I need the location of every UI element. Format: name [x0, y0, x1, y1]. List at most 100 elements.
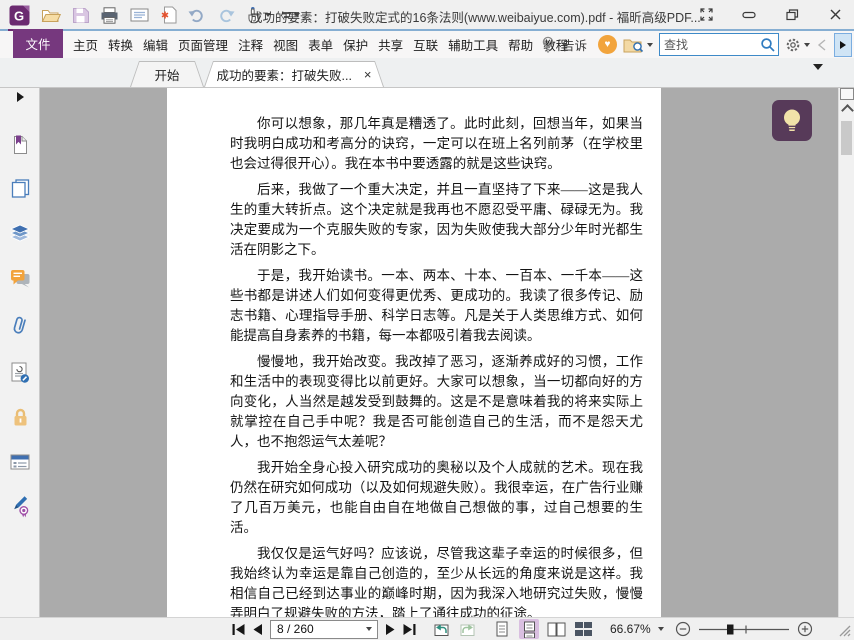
next-view-button[interactable] [458, 621, 476, 637]
continuous-facing-button[interactable] [573, 619, 593, 639]
paragraph: 你可以想象，那几年真是糟透了。此时此刻，回想当年，如果当时我明白成功和考高分的诀… [230, 114, 643, 174]
status-controls: 8 / 260 [231, 618, 813, 640]
prev-page-button[interactable] [253, 624, 263, 635]
menu-protect[interactable]: 保护 [338, 35, 373, 54]
document-canvas[interactable]: 你可以想象，那几年真是糟透了。此时此刻，回想当年，如果当时我明白成功和考高分的诀… [40, 88, 838, 617]
foxit-pdf-reader-window: { "window": { "title": "成功的要素：打破失败定式的16条… [0, 0, 854, 640]
restore-icon[interactable] [783, 6, 801, 24]
document-tab-bar: 开始 成功的要素：打破失败... × [0, 58, 854, 88]
facing-page-button[interactable] [546, 619, 566, 639]
last-page-button[interactable] [402, 624, 417, 635]
menu-convert[interactable]: 转换 [103, 35, 138, 54]
tab-list-dropdown-icon[interactable] [813, 70, 823, 88]
tab-document[interactable]: 成功的要素：打破失败... × [204, 61, 384, 87]
bookmarks-icon[interactable] [0, 135, 40, 155]
continuous-page-button[interactable] [519, 619, 539, 639]
window-title: 成功的要素：打破失败定式的16条法则(www.weibaiyue.com).pd… [250, 7, 702, 26]
collapse-chevron-icon[interactable] [816, 38, 828, 52]
expand-toolbar-button[interactable] [834, 33, 852, 57]
next-page-button[interactable] [385, 624, 395, 635]
paragraph: 于是，我开始读书。一本、两本、十本、一百本、一千本——这些书都是讲述人们如何变得… [230, 266, 643, 346]
comments-icon[interactable] [0, 269, 40, 288]
attachments-icon[interactable] [0, 314, 40, 336]
ribbon-tabs: 主页 转换 编辑 页面管理 注释 视图 表单 保护 共享 互联 辅助工具 帮助 … [68, 31, 573, 58]
tell-me-label[interactable]: 告诉 [562, 35, 592, 54]
field-panel-icon[interactable] [0, 454, 40, 470]
first-page-button[interactable] [231, 624, 246, 635]
fullscreen-icon[interactable] [697, 6, 715, 24]
save-icon[interactable] [72, 7, 89, 24]
security-icon[interactable] [0, 407, 40, 427]
paragraph: 我仅仅是运气好吗？应该说，尽管我这辈子幸运的时候很多，但我始终认为幸运是靠自己创… [230, 544, 643, 617]
menu-bar: 文件 主页 转换 编辑 页面管理 注释 视图 表单 保护 共享 互联 辅助工具 … [0, 31, 854, 58]
folder-search-dropdown-caret[interactable] [647, 43, 653, 47]
menu-comment[interactable]: 注释 [233, 35, 268, 54]
menu-share[interactable]: 共享 [373, 35, 408, 54]
expand-arrow-icon [840, 41, 846, 49]
lightbulb-icon[interactable] [540, 36, 556, 54]
menu-help[interactable]: 帮助 [503, 35, 538, 54]
status-bar: 8 / 260 [0, 617, 854, 640]
heart-glyph: ♥ [605, 40, 611, 50]
undo-icon[interactable] [188, 8, 206, 23]
zoom-out-button[interactable] [675, 621, 691, 637]
single-page-button[interactable] [492, 619, 512, 639]
paragraph: 我开始全身心投入研究成功的奥秘以及个人成就的艺术。现在我仍然在研究如何成功（以及… [230, 458, 643, 538]
pdf-page: 你可以想象，那几年真是糟透了。此时此刻，回想当年，如果当时我明白成功和考高分的诀… [167, 88, 661, 617]
resize-grip[interactable] [839, 625, 851, 637]
menu-view[interactable]: 视图 [268, 35, 303, 54]
main-area: 你可以想象，那几年真是糟透了。此时此刻，回想当年，如果当时我明白成功和考高分的诀… [0, 88, 854, 617]
scroll-up-icon[interactable] [841, 104, 854, 117]
menu-page-management[interactable]: 页面管理 [173, 35, 233, 54]
scrollbar-thumb[interactable] [841, 121, 852, 155]
layers-icon[interactable] [0, 224, 40, 242]
scrollbar-split-handle[interactable] [840, 88, 854, 100]
settings-gear-icon[interactable] [785, 37, 810, 53]
sign-icon[interactable] [0, 496, 40, 518]
previous-view-button[interactable] [433, 621, 451, 637]
lightbulb-glyph-icon [781, 108, 803, 134]
expand-panel-arrow-icon[interactable] [0, 92, 40, 102]
heart-icon[interactable]: ♥ [598, 35, 617, 54]
menu-right-cluster: 告诉 ♥ [540, 31, 852, 58]
menu-home[interactable]: 主页 [68, 35, 103, 54]
digital-signatures-icon[interactable] [0, 362, 40, 383]
paragraph: 后来，我做了一个重大决定，并且一直坚持了下来——这是我人生的重大转折点。这个决定… [230, 180, 643, 260]
page-indicator-value: 8 / 260 [277, 622, 314, 636]
menu-accessibility[interactable]: 辅助工具 [443, 35, 503, 54]
menu-file[interactable]: 文件 [13, 29, 63, 58]
menu-edit[interactable]: 编辑 [138, 35, 173, 54]
close-icon[interactable] [826, 6, 844, 24]
email-icon[interactable] [130, 8, 149, 22]
page-number-input[interactable]: 8 / 260 [270, 620, 378, 639]
page-thumbnails-icon[interactable] [0, 179, 40, 198]
search-input[interactable] [660, 38, 760, 52]
paragraph: 慢慢地，我开始改变。我改掉了恶习，逐渐养成好的习惯，工作和生活中的表现变得比以前… [230, 352, 643, 452]
new-star-document-icon[interactable] [160, 6, 177, 24]
zoom-in-button[interactable] [797, 621, 813, 637]
menu-form[interactable]: 表单 [303, 35, 338, 54]
zoom-slider-thumb [727, 624, 734, 634]
search-magnifier-icon[interactable] [760, 37, 778, 53]
open-icon[interactable] [41, 7, 61, 23]
foxit-logo[interactable]: G [9, 5, 30, 26]
zoom-level-value[interactable]: 66.67% [610, 622, 651, 636]
page-text: 你可以想象，那几年真是糟透了。此时此刻，回想当年，如果当时我明白成功和考高分的诀… [167, 88, 661, 617]
vertical-scrollbar[interactable] [838, 88, 854, 617]
tab-close-icon[interactable]: × [364, 68, 372, 81]
window-controls [697, 0, 844, 29]
minimize-icon[interactable] [740, 6, 758, 24]
navigation-panel [0, 88, 40, 617]
menu-connect[interactable]: 互联 [408, 35, 443, 54]
zoom-dropdown-caret[interactable] [658, 627, 664, 631]
redo-icon[interactable] [217, 8, 235, 23]
title-bar: G [0, 0, 854, 29]
folder-search-icon[interactable] [623, 37, 653, 53]
page-dropdown-caret[interactable] [366, 627, 372, 631]
settings-dropdown-caret[interactable] [804, 43, 810, 47]
assistant-lightbulb-button[interactable] [772, 100, 812, 141]
print-icon[interactable] [100, 7, 119, 24]
search-box [659, 33, 779, 56]
tab-start[interactable]: 开始 [130, 61, 204, 87]
zoom-slider[interactable] [698, 623, 790, 636]
